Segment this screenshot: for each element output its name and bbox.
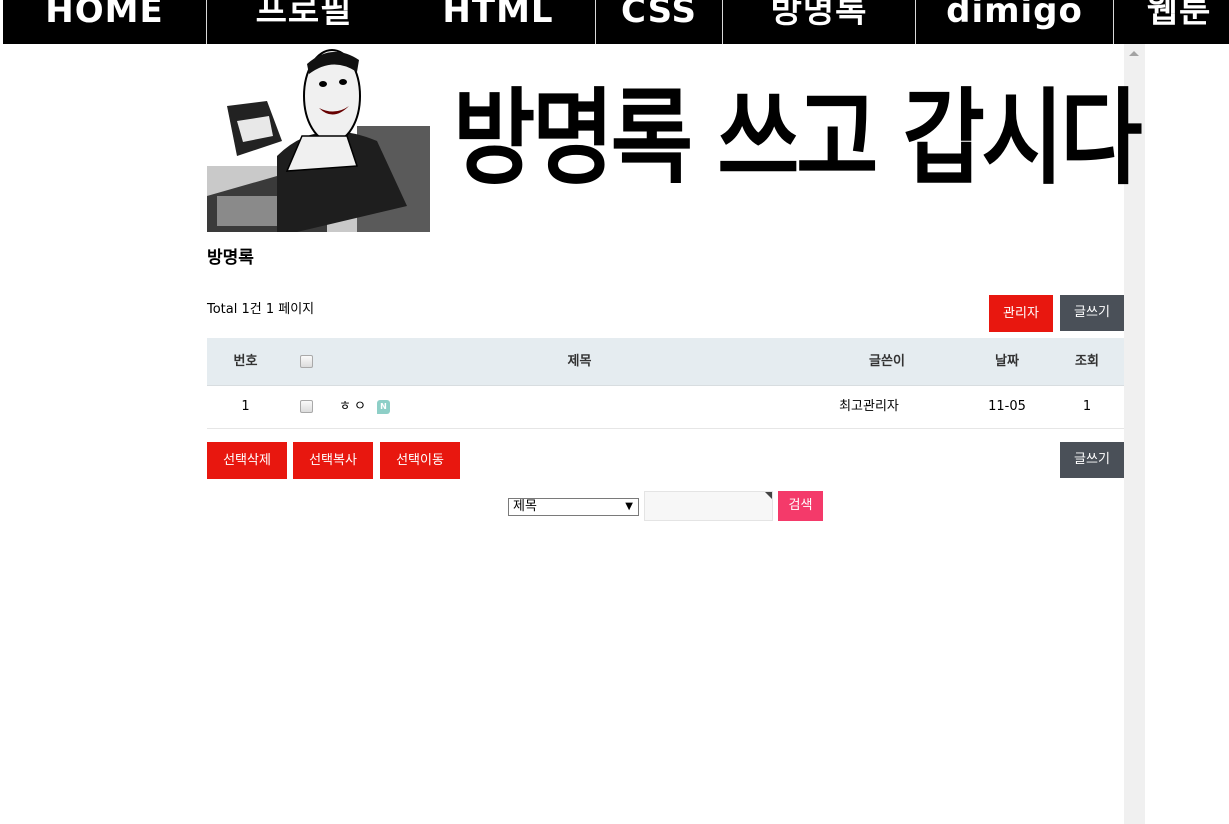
search-field-select[interactable]: 제목 ▼ [508,498,639,516]
top-navigation: HOME 프로필 HTML CSS 방명록 dimigo 웹툰 [3,0,1229,44]
table-header: 번호 제목 글쓴이 날짜 조회 [207,338,1124,386]
scroll-up-arrow-icon[interactable] [1129,51,1139,56]
header-date: 날짜 [995,354,1019,369]
delete-selected-button[interactable]: 선택삭제 [207,442,287,479]
header-writer: 글쓴이 [869,354,905,369]
table-row: 1 ㅎㅇ N 최고관리자 11-05 1 [207,386,1124,429]
row-subject-link[interactable]: ㅎㅇ [339,386,369,428]
nav-item-webtoon[interactable]: 웹툰 [1114,0,1229,44]
banner-title: 방명록 쓰고 갑시다 [453,77,1143,199]
search-field-selected: 제목 [513,499,537,514]
header-hit: 조회 [1075,354,1099,369]
row-writer[interactable]: 최고관리자 [819,386,919,428]
board-title: 방명록 [207,248,254,268]
move-selected-button[interactable]: 선택이동 [380,442,460,479]
banner-character-illustration [207,46,430,232]
row-hit: 1 [1082,399,1092,414]
board-total-info: Total 1건 1 페이지 [207,302,315,317]
write-button-top[interactable]: 글쓰기 [1060,295,1124,331]
search-input[interactable] [644,491,773,521]
nav-item-home[interactable]: HOME [3,0,206,44]
header-number: 번호 [233,354,258,369]
nav-item-profile[interactable]: 프로필 [207,0,401,44]
board-banner: 방명록 쓰고 갑시다 [207,46,1143,232]
nav-item-guestbook[interactable]: 방명록 [723,0,915,44]
admin-button[interactable]: 관리자 [989,295,1053,332]
dropdown-arrow-icon: ▼ [625,501,633,512]
copy-selected-button[interactable]: 선택복사 [293,442,373,479]
page: HOME 프로필 HTML CSS 방명록 dimigo 웹툰 방명록 쓰고 갑… [0,0,1229,824]
resize-corner-icon [765,492,772,499]
board-table: 번호 제목 글쓴이 날짜 조회 1 ㅎㅇ N 최고관리자 11-05 1 [207,338,1124,429]
nav-item-dimigo[interactable]: dimigo [916,0,1113,44]
row-number: 1 [241,399,250,414]
header-subject: 제목 [567,354,592,369]
search-submit-button[interactable]: 검색 [778,491,823,521]
new-post-icon: N [377,400,390,414]
row-date: 11-05 [988,399,1026,414]
nav-item-css[interactable]: CSS [596,0,722,44]
nav-item-html[interactable]: HTML [401,0,595,44]
row-checkbox[interactable] [300,400,313,413]
write-button-bottom[interactable]: 글쓰기 [1060,442,1124,478]
select-all-checkbox[interactable] [300,355,313,368]
